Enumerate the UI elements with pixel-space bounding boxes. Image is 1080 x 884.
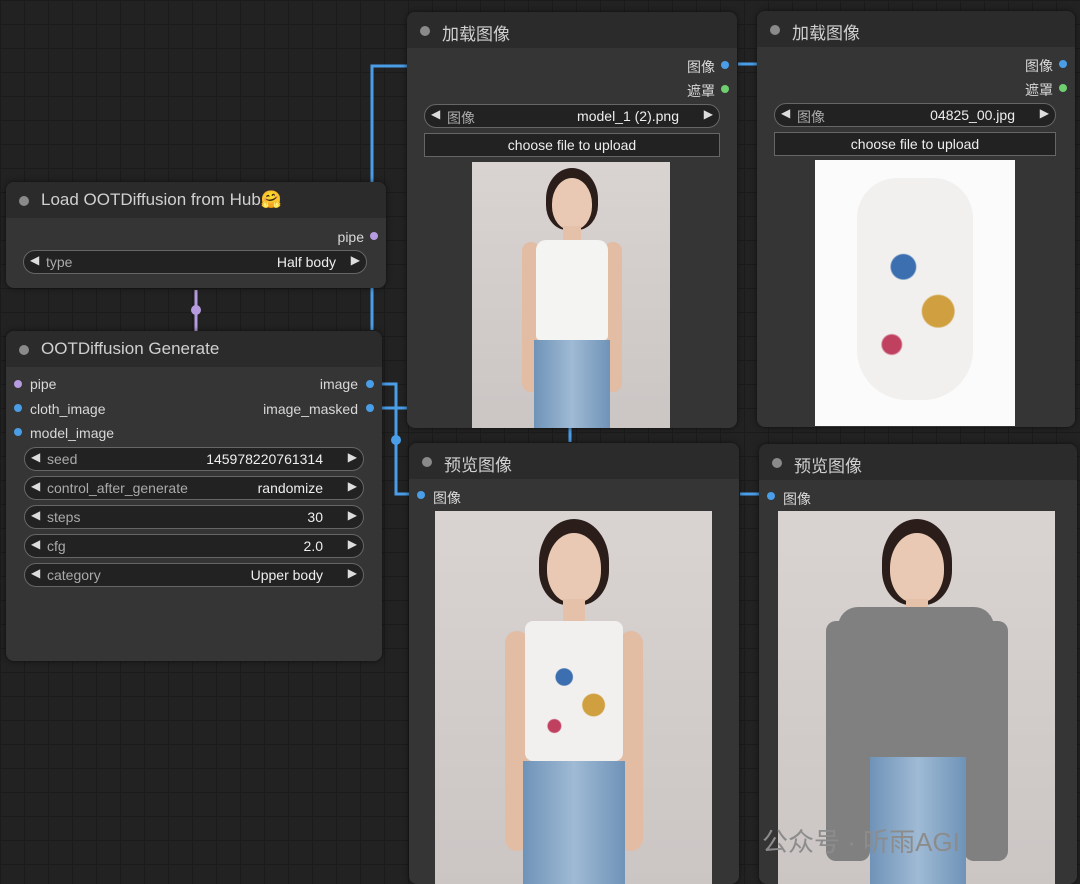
node-title-bar[interactable]: 加载图像 — [407, 12, 737, 48]
pipe-input-dot[interactable] — [14, 380, 22, 388]
mask-output-label: 遮罩 — [1025, 82, 1053, 98]
widget-label: 图像 — [797, 109, 825, 125]
collapse-dot-icon[interactable] — [770, 25, 780, 35]
widget-label: seed — [47, 451, 78, 467]
widget-label: type — [46, 254, 73, 270]
node-title: 预览图像 — [794, 457, 862, 476]
collapse-dot-icon[interactable] — [772, 458, 782, 468]
result-image-preview — [435, 511, 712, 884]
model-image-input-label: model_image — [30, 425, 115, 441]
node-title-bar[interactable]: 预览图像 — [409, 443, 739, 479]
next-arrow-icon[interactable]: ▶ — [348, 537, 357, 551]
cloth-image-preview — [815, 160, 1015, 426]
prev-arrow-icon[interactable]: ◀ — [31, 566, 40, 580]
image-input-label: 图像 — [433, 490, 461, 506]
load-ootdiffusion-node[interactable]: Load OOTDiffusion from Hub🤗 pipe ◀ type … — [6, 182, 386, 288]
node-title: Load OOTDiffusion from Hub🤗 — [41, 190, 283, 209]
collapse-dot-icon[interactable] — [422, 457, 432, 467]
image-output-label: 图像 — [1025, 58, 1053, 74]
category-widget[interactable]: ◀ category Upper body ▶ — [24, 563, 364, 587]
prev-arrow-icon[interactable]: ◀ — [31, 508, 40, 522]
next-arrow-icon[interactable]: ▶ — [1040, 106, 1049, 120]
node-title: 预览图像 — [444, 456, 512, 475]
next-arrow-icon[interactable]: ▶ — [348, 508, 357, 522]
image-file-combo[interactable]: ◀ 图像 model_1 (2).png ▶ — [424, 104, 720, 128]
prev-arrow-icon[interactable]: ◀ — [31, 479, 40, 493]
widget-label: 图像 — [447, 110, 475, 126]
widget-value: 145978220761314 — [206, 451, 323, 467]
model-image-input-dot[interactable] — [14, 428, 22, 436]
load-image-node-1[interactable]: 加载图像 图像 遮罩 ◀ 图像 model_1 (2).png ▶ choose… — [407, 12, 737, 428]
widget-value: randomize — [257, 480, 323, 496]
seed-widget[interactable]: ◀ seed 145978220761314 ▶ — [24, 447, 364, 471]
next-arrow-icon[interactable]: ▶ — [348, 566, 357, 580]
choose-file-button[interactable]: choose file to upload — [774, 132, 1056, 156]
ootdiffusion-generate-node[interactable]: OOTDiffusion Generate pipe cloth_image m… — [6, 331, 382, 661]
image-input-dot[interactable] — [767, 492, 775, 500]
widget-label: control_after_generate — [47, 480, 188, 496]
node-title: OOTDiffusion Generate — [41, 339, 220, 358]
widget-value: Upper body — [250, 567, 323, 583]
image-input-label: 图像 — [783, 491, 811, 507]
widget-value: model_1 (2).png — [577, 108, 679, 124]
mask-output-dot[interactable] — [1059, 84, 1067, 92]
mask-output-dot[interactable] — [721, 85, 729, 93]
next-arrow-icon[interactable]: ▶ — [351, 253, 360, 267]
image-masked-output-label: image_masked — [263, 401, 358, 417]
node-title-bar[interactable]: 预览图像 — [759, 444, 1077, 480]
node-title: 加载图像 — [442, 25, 510, 44]
type-combo[interactable]: ◀ type Half body ▶ — [23, 250, 367, 274]
cloth-image-input-dot[interactable] — [14, 404, 22, 412]
model-image-preview — [472, 162, 670, 428]
image-output-label: image — [319, 376, 358, 392]
widget-value: 30 — [307, 509, 323, 525]
collapse-dot-icon[interactable] — [19, 345, 29, 355]
collapse-dot-icon[interactable] — [420, 26, 430, 36]
preview-image-node-2[interactable]: 预览图像 图像 — [759, 444, 1077, 884]
next-arrow-icon[interactable]: ▶ — [348, 479, 357, 493]
node-title-bar[interactable]: Load OOTDiffusion from Hub🤗 — [6, 182, 386, 218]
node-title-bar[interactable]: 加载图像 — [757, 11, 1075, 47]
prev-arrow-icon[interactable]: ◀ — [30, 253, 39, 267]
pipe-input-label: pipe — [30, 376, 57, 392]
control-after-generate-widget[interactable]: ◀ control_after_generate randomize ▶ — [24, 476, 364, 500]
prev-arrow-icon[interactable]: ◀ — [31, 450, 40, 464]
image-output-dot[interactable] — [1059, 60, 1067, 68]
widget-label: category — [47, 567, 101, 583]
watermark-text: 公众号 · 听雨AGI — [762, 827, 960, 857]
widget-label: cfg — [47, 538, 66, 554]
collapse-dot-icon[interactable] — [19, 196, 29, 206]
node-title: 加载图像 — [792, 24, 860, 43]
cloth-image-input-label: cloth_image — [30, 401, 106, 417]
pipe-output-dot[interactable] — [370, 232, 378, 240]
prev-arrow-icon[interactable]: ◀ — [781, 106, 790, 120]
steps-widget[interactable]: ◀ steps 30 ▶ — [24, 505, 364, 529]
image-input-dot[interactable] — [417, 491, 425, 499]
widget-value: Half body — [276, 254, 336, 270]
node-title-bar[interactable]: OOTDiffusion Generate — [6, 331, 382, 367]
preview-image-node-1[interactable]: 预览图像 图像 — [409, 443, 739, 884]
widget-value: 04825_00.jpg — [930, 107, 1015, 123]
prev-arrow-icon[interactable]: ◀ — [431, 107, 440, 121]
mask-output-label: 遮罩 — [687, 83, 715, 99]
next-arrow-icon[interactable]: ▶ — [704, 107, 713, 121]
load-image-node-2[interactable]: 加载图像 图像 遮罩 ◀ 图像 04825_00.jpg ▶ choose fi… — [757, 11, 1075, 427]
pipe-output-label: pipe — [337, 229, 364, 245]
choose-file-button[interactable]: choose file to upload — [424, 133, 720, 157]
widget-value: 2.0 — [303, 538, 323, 554]
image-output-dot[interactable] — [366, 380, 374, 388]
image-output-label: 图像 — [687, 59, 715, 75]
image-file-combo[interactable]: ◀ 图像 04825_00.jpg ▶ — [774, 103, 1056, 127]
next-arrow-icon[interactable]: ▶ — [348, 450, 357, 464]
image-output-dot[interactable] — [721, 61, 729, 69]
cfg-widget[interactable]: ◀ cfg 2.0 ▶ — [24, 534, 364, 558]
image-masked-output-dot[interactable] — [366, 404, 374, 412]
widget-label: steps — [47, 509, 81, 525]
prev-arrow-icon[interactable]: ◀ — [31, 537, 40, 551]
